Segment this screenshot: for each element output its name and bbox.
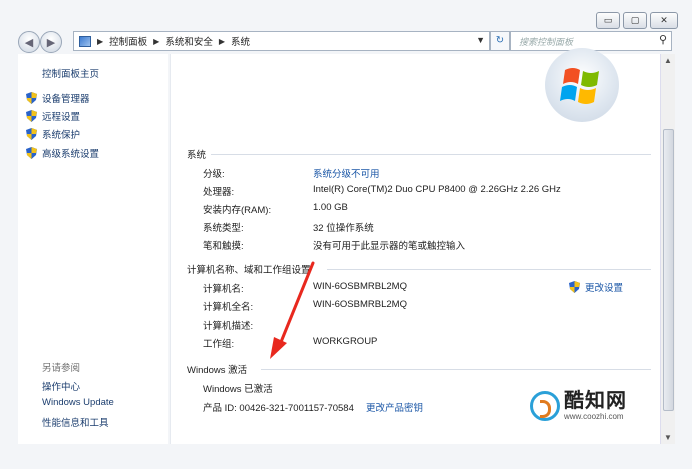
- computer-name-label: 计算机名:: [203, 284, 244, 295]
- breadcrumb-separator-icon: ▶: [218, 36, 225, 46]
- sidebar-item-advanced-settings[interactable]: 高级系统设置: [26, 146, 99, 160]
- control-panel-icon: [79, 35, 91, 47]
- workgroup-value: WORKGROUP: [313, 336, 378, 347]
- scroll-up-icon[interactable]: ▲: [664, 56, 672, 65]
- divider: [327, 269, 651, 270]
- sidebar-item-label: 设备管理器: [42, 94, 90, 105]
- forward-button[interactable]: ▶: [40, 31, 62, 53]
- product-id: 产品 ID: 00426-321-7001157-70584: [203, 403, 354, 414]
- change-settings-label: 更改设置: [585, 283, 624, 294]
- computer-name-value: WIN-6OSBMRBL2MQ: [313, 281, 407, 292]
- back-arrow-icon: ◀: [24, 36, 34, 49]
- refresh-icon: ↻: [495, 35, 505, 46]
- forward-arrow-icon: ▶: [46, 36, 56, 49]
- sidebar-item-remote-settings[interactable]: 远程设置: [26, 109, 80, 123]
- chevron-down-icon[interactable]: ▼: [476, 35, 485, 45]
- ram-value: 1.00 GB: [313, 202, 348, 213]
- breadcrumb-separator-icon: ▶: [97, 36, 104, 46]
- system-type-label: 系统类型:: [203, 223, 244, 234]
- workgroup-label: 工作组:: [203, 339, 235, 350]
- sidebar-link-performance[interactable]: 性能信息和工具: [42, 415, 109, 429]
- close-button[interactable]: ✕: [650, 12, 678, 29]
- search-icon[interactable]: ⚲: [659, 33, 667, 46]
- change-product-key-link[interactable]: 更改产品密钥: [366, 400, 423, 414]
- window-controls: ▭ ▢ ✕: [596, 12, 678, 29]
- processor-label: 处理器:: [203, 187, 235, 198]
- see-also-heading: 另请参阅: [42, 363, 81, 374]
- minimize-button[interactable]: ▭: [596, 12, 620, 29]
- system-section-heading: 系统: [187, 150, 207, 161]
- divider: [261, 369, 651, 370]
- breadcrumb-separator-icon: ▶: [153, 36, 160, 46]
- red-arrow-annotation: [270, 261, 315, 359]
- main-content: 系统 分级: 系统分级不可用 处理器: Intel(R) Core(TM)2 D…: [170, 48, 661, 444]
- activation-section-heading: Windows 激活: [187, 365, 248, 376]
- ram-label: 安装内存(RAM):: [203, 205, 272, 216]
- windows-logo: [545, 48, 619, 122]
- breadcrumb-system[interactable]: 系统: [231, 34, 250, 48]
- description-label: 计算机描述:: [203, 321, 254, 332]
- full-name-value: WIN-6OSBMRBL2MQ: [313, 299, 407, 310]
- watermark-url: www.coozhi.com: [564, 412, 624, 421]
- maximize-button[interactable]: ▢: [623, 12, 647, 29]
- search-placeholder: 搜索控制面板: [519, 37, 574, 47]
- coozhi-logo-icon: [530, 390, 560, 421]
- shield-icon: [569, 281, 580, 293]
- vertical-scrollbar[interactable]: ▲ ▼: [660, 54, 675, 444]
- sidebar: 控制面板主页 设备管理器 远程设置 系统保护 高级系统设置 另请参阅 操作中心 …: [18, 54, 168, 444]
- processor-value: Intel(R) Core(TM)2 Duo CPU P8400 @ 2.26G…: [313, 184, 561, 195]
- breadcrumb-control-panel[interactable]: 控制面板: [109, 34, 147, 48]
- sidebar-item-label: 高级系统设置: [42, 149, 100, 160]
- sidebar-item-system-protection[interactable]: 系统保护: [26, 127, 80, 141]
- pen-touch-label: 笔和触摸:: [203, 241, 244, 252]
- sidebar-link-action-center[interactable]: 操作中心: [42, 379, 80, 393]
- rating-value-link[interactable]: 系统分级不可用: [313, 166, 380, 180]
- sidebar-link-windows-update[interactable]: Windows Update: [42, 397, 114, 408]
- sidebar-item-label: 远程设置: [42, 112, 81, 123]
- sidebar-item-label: 系统保护: [42, 130, 81, 141]
- divider: [211, 154, 651, 155]
- rating-label: 分级:: [203, 169, 225, 180]
- system-window: ▭ ▢ ✕ ◀ ▶ ▶ 控制面板 ▶ 系统和安全 ▶ 系统 ▼ ↻ 搜索控制面板…: [0, 0, 692, 469]
- shield-icon: [26, 110, 37, 122]
- pen-touch-value: 没有可用于此显示器的笔或触控输入: [313, 241, 466, 252]
- windows-flag-icon: [560, 68, 599, 104]
- change-settings-link[interactable]: 更改设置: [569, 280, 623, 294]
- scroll-down-icon[interactable]: ▼: [664, 433, 672, 442]
- shield-icon: [26, 92, 37, 104]
- full-name-label: 计算机全名:: [203, 302, 254, 313]
- back-button[interactable]: ◀: [18, 31, 40, 53]
- breadcrumb-system-security[interactable]: 系统和安全: [165, 34, 213, 48]
- system-type-value: 32 位操作系统: [313, 223, 374, 234]
- activation-status: Windows 已激活: [203, 384, 273, 395]
- sidebar-home-link[interactable]: 控制面板主页: [42, 66, 99, 80]
- watermark: 酷知网 www.coozhi.com: [530, 390, 627, 421]
- sidebar-item-device-manager[interactable]: 设备管理器: [26, 91, 90, 105]
- breadcrumb[interactable]: ▶ 控制面板 ▶ 系统和安全 ▶ 系统 ▼: [73, 31, 490, 51]
- shield-icon: [26, 147, 37, 159]
- shield-icon: [26, 128, 37, 140]
- scrollbar-thumb[interactable]: [663, 129, 674, 411]
- watermark-brand: 酷知网: [564, 390, 627, 412]
- refresh-button[interactable]: ↻: [490, 31, 510, 51]
